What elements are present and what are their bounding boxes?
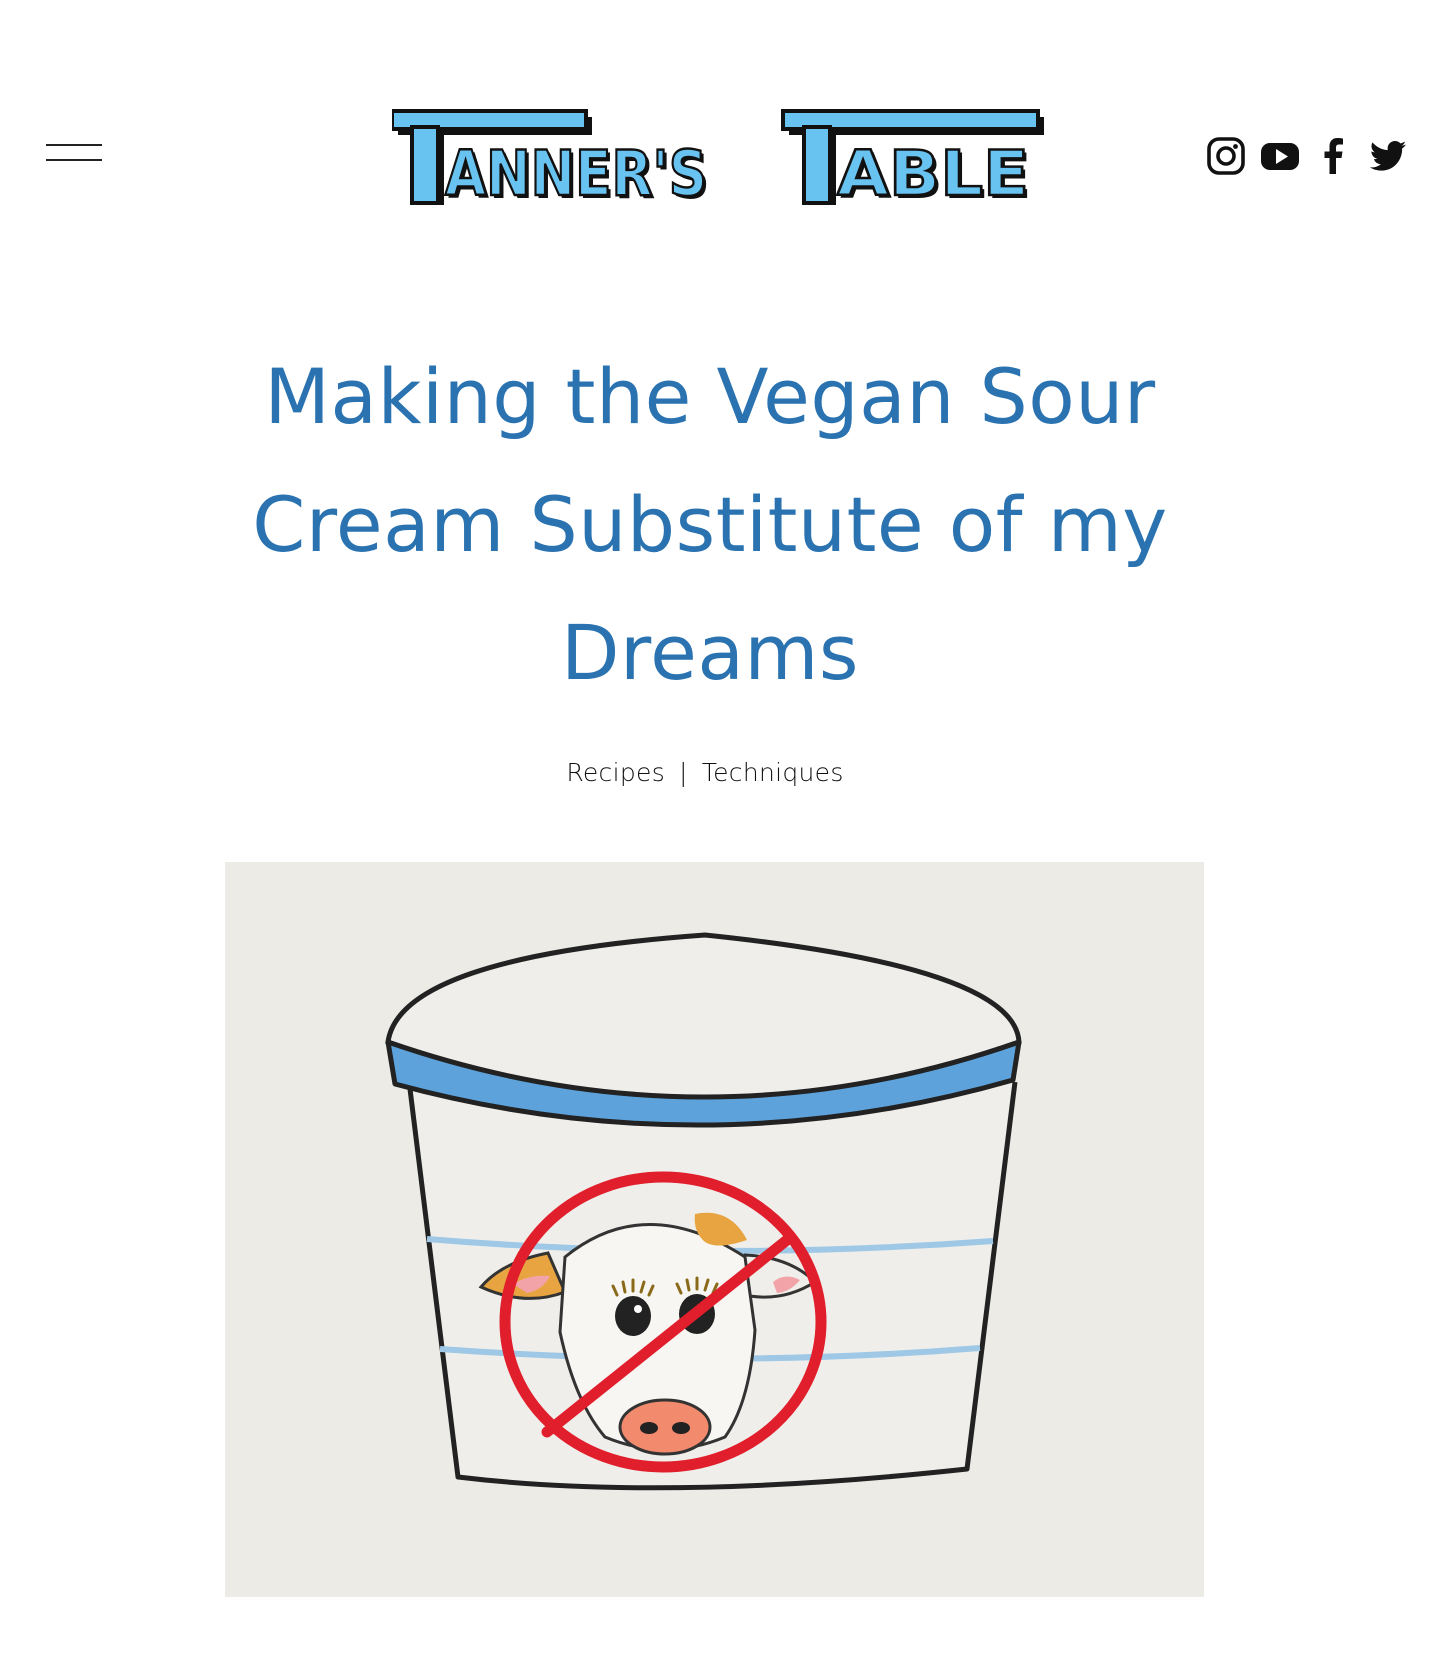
- facebook-icon: [1324, 138, 1343, 174]
- menu-line: [46, 159, 102, 161]
- twitter-icon: [1369, 141, 1406, 171]
- site-logo[interactable]: ANNER'S ANNER'S ABLE ABLE: [392, 108, 1048, 208]
- menu-button[interactable]: [44, 140, 104, 166]
- category-link-recipes[interactable]: Recipes: [566, 758, 665, 787]
- youtube-link[interactable]: [1260, 136, 1300, 176]
- hero-image: [225, 862, 1204, 1597]
- category-separator: |: [679, 758, 688, 787]
- category-link-techniques[interactable]: Techniques: [702, 758, 844, 787]
- menu-line: [46, 144, 102, 146]
- instagram-icon: [1207, 137, 1245, 175]
- instagram-link[interactable]: [1206, 136, 1246, 176]
- post-title: Making the Vegan Sour Cream Substitute o…: [252, 352, 1168, 697]
- youtube-icon: [1261, 143, 1299, 170]
- twitter-link[interactable]: [1368, 136, 1408, 176]
- sour-cream-tub-illustration: [225, 862, 1204, 1597]
- social-links: [1206, 132, 1408, 180]
- svg-text:ANNER'S: ANNER'S: [445, 137, 707, 208]
- post-categories: Recipes | Techniques: [0, 758, 1410, 787]
- facebook-link[interactable]: [1314, 136, 1354, 176]
- svg-text:ABLE: ABLE: [837, 137, 1029, 208]
- tanners-table-logo: ANNER'S ANNER'S ABLE ABLE: [392, 109, 1044, 208]
